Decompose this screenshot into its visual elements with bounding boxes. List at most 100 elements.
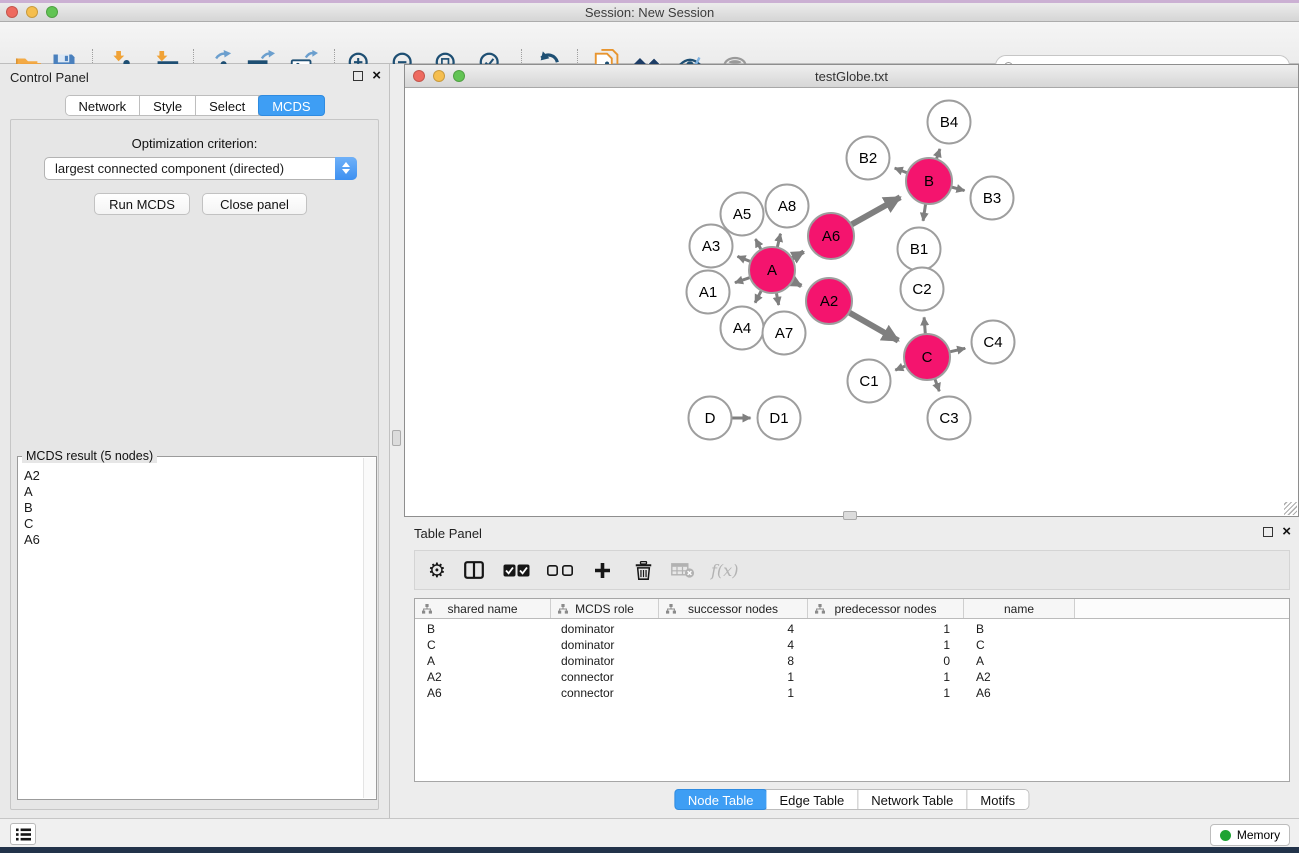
tab-mcds[interactable]: MCDS [258, 95, 324, 116]
table-row[interactable]: A6connector11A6 [415, 685, 1289, 701]
delete-table-button[interactable] [669, 555, 697, 585]
table-row[interactable]: A2connector11A2 [415, 669, 1289, 685]
table-cell[interactable]: 4 [659, 637, 808, 653]
table-cell[interactable]: dominator [551, 653, 659, 669]
table-cell[interactable]: B [964, 621, 1075, 637]
tab-edge-table[interactable]: Edge Table [766, 790, 858, 809]
scrollbar-track[interactable] [363, 458, 376, 798]
table-cell[interactable]: A2 [415, 669, 551, 685]
column-header-predecessor-nodes[interactable]: predecessor nodes [808, 599, 964, 618]
deselect-all-icon [547, 565, 573, 576]
criterion-select[interactable]: largest connected component (directed) [44, 157, 357, 180]
table-cell[interactable]: A6 [964, 685, 1075, 701]
select-stepper-icon [335, 157, 357, 180]
mcds-result-item[interactable]: A [24, 484, 362, 500]
mcds-result-item[interactable]: A2 [24, 468, 362, 484]
table-cell[interactable]: connector [551, 685, 659, 701]
criterion-value: largest connected component (directed) [45, 161, 335, 176]
float-panel-icon[interactable] [1263, 527, 1273, 537]
mcds-result-item[interactable]: A6 [24, 532, 362, 548]
table-cell[interactable]: C [415, 637, 551, 653]
close-panel-icon[interactable]: × [1282, 527, 1291, 537]
table-row[interactable]: Bdominator41B [415, 621, 1289, 637]
tab-node-table[interactable]: Node Table [674, 789, 768, 810]
table-row[interactable]: Adominator80A [415, 653, 1289, 669]
table-cell[interactable]: 1 [808, 685, 964, 701]
table-cell[interactable]: 1 [659, 669, 808, 685]
network-view-window: testGlobe.txt AA1A2A3A4A5A6A7A8BB1B2B3B4… [404, 64, 1299, 517]
table-cell[interactable]: A6 [415, 685, 551, 701]
table-cell[interactable]: A2 [964, 669, 1075, 685]
table-cell[interactable]: 1 [659, 685, 808, 701]
table-body: Bdominator41BCdominator41CAdominator80AA… [415, 619, 1289, 701]
table-header-row: shared nameMCDS rolesuccessor nodesprede… [415, 599, 1289, 619]
select-all-icon [503, 564, 530, 577]
table-cell[interactable]: 8 [659, 653, 808, 669]
split-divider-handle[interactable] [392, 430, 401, 446]
graph-node-label: A1 [699, 284, 717, 301]
close-panel-icon[interactable]: × [372, 71, 381, 81]
add-column-button[interactable] [589, 555, 615, 585]
column-header-mcds-role[interactable]: MCDS role [551, 599, 659, 618]
tab-select[interactable]: Select [196, 96, 259, 115]
main-toolbar [0, 22, 1299, 64]
column-selector-icon [464, 561, 484, 579]
table-cell[interactable]: 0 [808, 653, 964, 669]
table-cell[interactable]: A [964, 653, 1075, 669]
graph-node-label: B1 [910, 241, 928, 258]
vertical-split-divider[interactable] [390, 64, 404, 818]
table-panel: Table Panel × ⚙ [404, 520, 1299, 818]
table-panel-tabs: Node TableEdge TableNetwork TableMotifs [674, 789, 1029, 810]
optimization-criterion-label: Optimization criterion: [11, 136, 378, 151]
tab-network[interactable]: Network [65, 96, 140, 115]
resize-grip[interactable] [1284, 502, 1297, 515]
graph-node-label: C3 [939, 410, 958, 427]
column-header-name[interactable]: name [964, 599, 1075, 618]
close-panel-button[interactable]: Close panel [202, 193, 307, 215]
memory-button[interactable]: Memory [1210, 824, 1290, 846]
tab-motifs[interactable]: Motifs [967, 790, 1028, 809]
table-cell[interactable]: 1 [808, 621, 964, 637]
apply-function-button[interactable]: f(x) [711, 561, 738, 580]
delete-column-button[interactable] [631, 555, 655, 585]
graph-node-label: C2 [912, 281, 931, 298]
network-window-titlebar[interactable]: testGlobe.txt [405, 65, 1298, 88]
split-divider-handle[interactable] [843, 511, 857, 520]
table-cell[interactable]: B [415, 621, 551, 637]
mcds-result-list: A2ABCA6 [18, 460, 362, 799]
table-cell[interactable]: connector [551, 669, 659, 685]
run-mcds-button[interactable]: Run MCDS [94, 193, 190, 215]
float-panel-icon[interactable] [353, 71, 363, 81]
table-cell[interactable]: dominator [551, 637, 659, 653]
graph-node-label: A6 [822, 228, 840, 245]
table-cell[interactable]: A [415, 653, 551, 669]
network-graph: AA1A2A3A4A5A6A7A8BB1B2B3B4CC1C2C3C4DD1 [405, 88, 1298, 516]
table-options-gear-button[interactable]: ⚙ [425, 555, 449, 585]
deselect-all-button[interactable] [545, 555, 575, 585]
mcds-result-item[interactable]: C [24, 516, 362, 532]
table-cell[interactable]: 4 [659, 621, 808, 637]
table-cell[interactable]: 1 [808, 669, 964, 685]
tab-network-table[interactable]: Network Table [858, 790, 967, 809]
mcds-result-item[interactable]: B [24, 500, 362, 516]
select-all-button[interactable] [501, 555, 531, 585]
desktop-background-strip-bottom [0, 847, 1299, 853]
table-cell[interactable]: C [964, 637, 1075, 653]
table-cell[interactable]: dominator [551, 621, 659, 637]
graph-node-label: C [922, 349, 933, 366]
task-history-button[interactable] [10, 823, 36, 845]
graph-node-label: B [924, 173, 934, 190]
network-canvas[interactable]: AA1A2A3A4A5A6A7A8BB1B2B3B4CC1C2C3C4DD1 [405, 88, 1298, 516]
graph-node-label: C1 [859, 373, 878, 390]
network-window-title: testGlobe.txt [405, 69, 1298, 84]
column-header-shared-name[interactable]: shared name [415, 599, 551, 618]
control-panel-tabs: NetworkStyleSelectMCDS [64, 95, 324, 116]
column-header-successor-nodes[interactable]: successor nodes [659, 599, 808, 618]
tab-style[interactable]: Style [140, 96, 196, 115]
table-toolbar: ⚙ [414, 550, 1290, 590]
table-row[interactable]: Cdominator41C [415, 637, 1289, 653]
column-sort-icon [422, 604, 432, 614]
table-cell[interactable]: 1 [808, 637, 964, 653]
graph-node-label: B4 [940, 114, 958, 131]
column-selector-button[interactable] [461, 555, 487, 585]
